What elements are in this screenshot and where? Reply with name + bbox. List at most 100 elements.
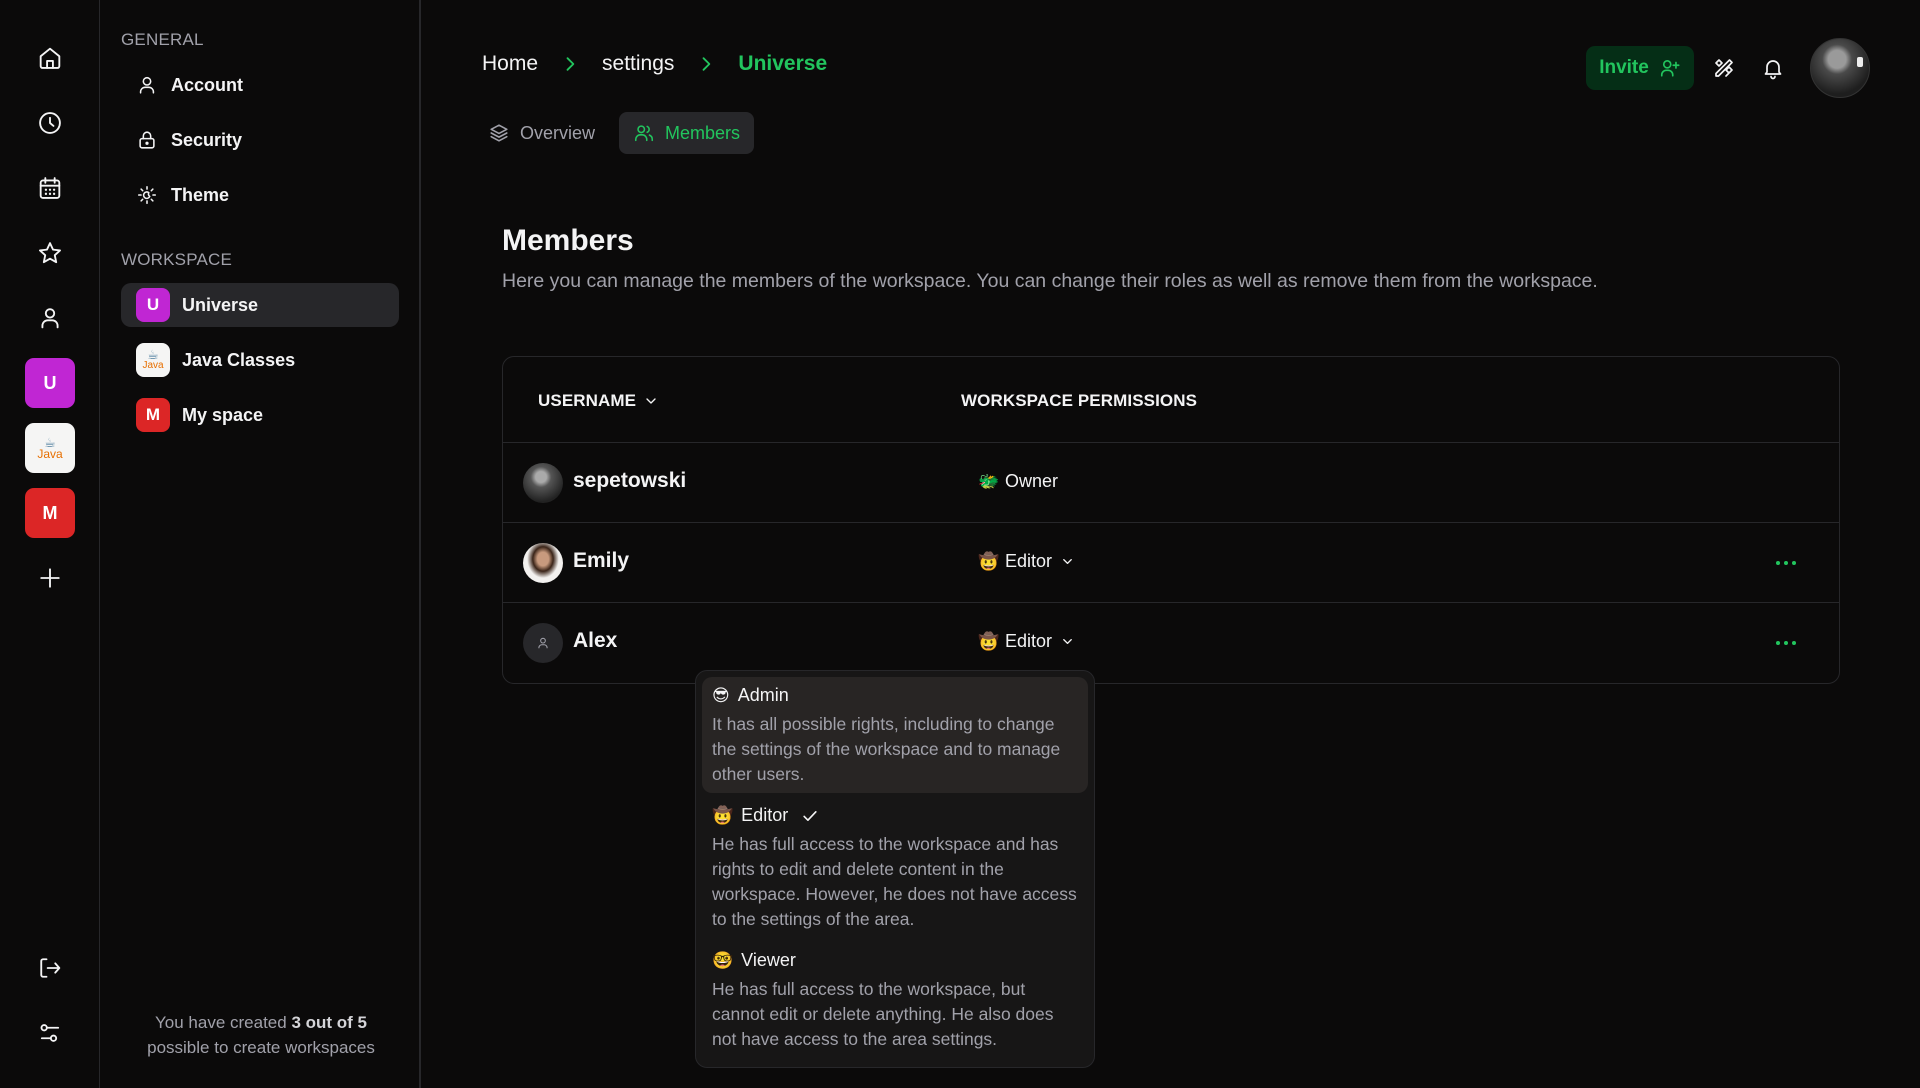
role-option-description: It has all possible rights, including to… [712, 714, 1061, 784]
workspace-java-button[interactable]: ☕ Java [25, 423, 75, 473]
role-option-editor[interactable]: 🤠 Editor He has full access to the works… [702, 797, 1088, 938]
table-header: USERNAME WORKSPACE PERMISSIONS [503, 357, 1839, 443]
role-dropdown[interactable]: 🤠 Editor [978, 631, 1075, 652]
users-icon [634, 125, 654, 142]
breadcrumb-settings[interactable]: settings [602, 52, 674, 76]
quota-count: 3 out of 5 [291, 1013, 367, 1032]
column-label: USERNAME [538, 391, 637, 410]
plus-icon[interactable] [30, 558, 70, 598]
members-table: USERNAME WORKSPACE PERMISSIONS sepetowsk… [502, 356, 1840, 684]
role-option-description: He has full access to the workspace and … [712, 834, 1077, 929]
sunglasses-icon: 😎 [712, 685, 730, 705]
role-label: 🐲 Owner [978, 471, 1058, 492]
role-option-label: Admin [737, 685, 789, 705]
sidebar-item-security[interactable]: Security [121, 118, 399, 162]
cowboy-icon: 🤠 [978, 631, 1000, 651]
sidebar-item-java-classes[interactable]: ☕ Java Java Classes [121, 338, 399, 382]
breadcrumb-home[interactable]: Home [482, 52, 538, 76]
role-text: Owner [1005, 471, 1059, 491]
sidebar-item-my-space[interactable]: M My space [121, 393, 399, 437]
nerd-face-icon: 🤓 [712, 950, 734, 970]
page-description: Here you can manage the members of the w… [502, 270, 1598, 292]
workspace-myspace-button[interactable]: M [25, 488, 75, 538]
avatar [523, 463, 563, 503]
design-tools-icon[interactable] [1708, 52, 1740, 84]
table-row: Emily 🤠 Editor [503, 523, 1839, 603]
check-icon [803, 810, 817, 821]
sidebar-item-label: Account [171, 74, 243, 95]
more-options-button[interactable] [1771, 631, 1801, 655]
tab-overview[interactable]: Overview [480, 112, 609, 154]
sidebar-item-account[interactable]: Account [121, 63, 399, 107]
workspace-universe-button[interactable]: U [25, 358, 75, 408]
user-icon [135, 73, 159, 97]
invite-button[interactable]: Invite [1586, 46, 1694, 90]
workspace-section-label: WORKSPACE [121, 250, 233, 269]
invite-label: Invite [1599, 57, 1649, 78]
theme-icon [135, 183, 159, 207]
workspace-quota-text: You have created 3 out of 5 possible to … [101, 1010, 421, 1060]
sidebar-item-label: Universe [182, 294, 259, 315]
table-row: sepetowski 🐲 Owner [503, 443, 1839, 523]
general-section-label: GENERAL [121, 30, 204, 49]
home-icon[interactable] [30, 38, 70, 78]
chevron-right-icon [560, 54, 580, 74]
cowboy-icon: 🤠 [712, 805, 734, 825]
star-icon[interactable] [30, 233, 70, 273]
settings-sidebar: GENERAL Account Security Theme WORKSPACE… [101, 0, 421, 1088]
workspace-badge: Java [142, 360, 164, 371]
tab-label: Members [665, 122, 741, 143]
role-text: Editor [1005, 631, 1053, 651]
workspace-letter: M [42, 502, 58, 523]
user-placeholder-icon [538, 637, 548, 649]
role-option-admin[interactable]: 😎 Admin It has all possible rights, incl… [702, 677, 1088, 793]
avatar [523, 623, 563, 663]
settings-sliders-icon[interactable] [30, 1013, 70, 1053]
role-text: Editor [1005, 551, 1053, 571]
workspace-letter: Java [37, 447, 63, 461]
dragon-icon: 🐲 [978, 471, 1000, 491]
chevron-right-icon [696, 54, 716, 74]
clock-icon[interactable] [30, 103, 70, 143]
role-dropdown[interactable]: 🤠 Editor [978, 551, 1075, 572]
sidebar-item-theme[interactable]: Theme [121, 173, 399, 217]
breadcrumb-current: Universe [738, 52, 828, 75]
column-username[interactable]: USERNAME [538, 391, 659, 411]
role-option-description: He has full access to the workspace, but… [712, 979, 1054, 1049]
chevron-down-icon [646, 398, 656, 404]
sidebar-item-label: Theme [171, 184, 230, 205]
role-option-viewer[interactable]: 🤓 Viewer He has full access to the works… [702, 942, 1088, 1058]
quota-suffix: possible to create workspaces [147, 1038, 375, 1057]
java-logo-icon: ☕ Java [136, 343, 170, 377]
role-option-label: Editor [741, 805, 789, 825]
user-icon[interactable] [30, 298, 70, 338]
lock-icon [135, 128, 159, 152]
chevron-down-icon [1063, 639, 1072, 644]
page-title: Members [502, 224, 634, 257]
bell-icon[interactable] [1757, 52, 1789, 84]
sidebar-item-label: My space [182, 404, 264, 425]
username: Emily [573, 549, 630, 572]
workspace-badge: M [136, 398, 170, 432]
role-menu: 😎 Admin It has all possible rights, incl… [695, 670, 1095, 1068]
settings-tabs: Overview Members [480, 112, 764, 154]
quota-prefix: You have created [155, 1013, 292, 1032]
sidebar-item-universe[interactable]: U Universe [121, 283, 399, 327]
tab-members[interactable]: Members [619, 112, 755, 154]
workspace-letter: U [43, 372, 57, 393]
cowboy-icon: 🤠 [978, 551, 1000, 571]
chevron-down-icon [1063, 559, 1072, 564]
user-plus-icon [1660, 60, 1680, 77]
tab-label: Overview [520, 122, 596, 143]
more-options-button[interactable] [1771, 551, 1801, 575]
calendar-icon[interactable] [30, 168, 70, 208]
avatar [523, 543, 563, 583]
icon-rail: U ☕ Java M [0, 0, 100, 1088]
role-option-label: Viewer [741, 950, 796, 970]
logout-icon[interactable] [30, 948, 70, 988]
layers-icon [490, 124, 508, 142]
username: Alex [573, 629, 618, 652]
column-permissions: WORKSPACE PERMISSIONS [961, 391, 1198, 410]
sidebar-item-label: Java Classes [182, 349, 296, 370]
user-avatar[interactable] [1810, 38, 1870, 98]
